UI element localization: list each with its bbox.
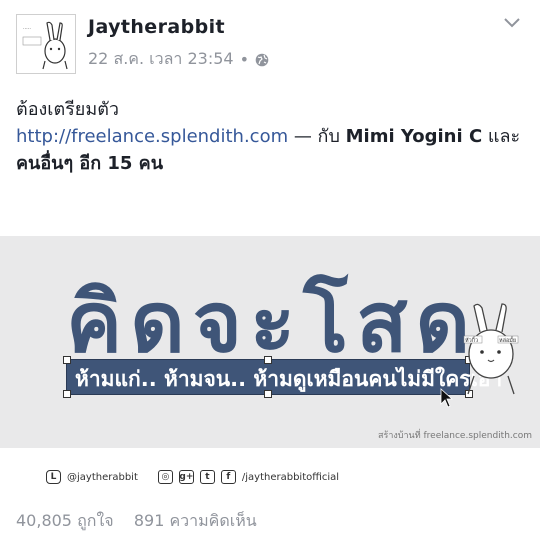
rabbit-avatar-icon: ..... (22, 21, 68, 70)
selection-handle (63, 390, 71, 398)
tagged-friend-link[interactable]: Mimi Yogini C (346, 126, 483, 147)
instagram-icon: ◎ (157, 470, 173, 484)
post-text-line: ต้องเตรียมตัว (16, 99, 120, 120)
line-icon: L (46, 470, 61, 484)
with-text: — กับ (288, 126, 346, 147)
post-image[interactable]: คิดจะโสด ห้ามแก่.. ห้ามจน.. ห้ามดูเหมือน… (0, 236, 540, 448)
rabbit-label-right: หล่อมั้ย (499, 336, 516, 344)
banner-subline-box: ห้ามแก่.. ห้ามจน.. ห้ามดูเหมือนคนไม่มีใค… (63, 356, 502, 398)
facebook-icon: f (220, 470, 236, 484)
banner-credit: สร้างบ้านที่ freelance.splendith.com (378, 431, 532, 441)
globe-icon[interactable] (255, 53, 269, 67)
tumblr-icon: t (199, 470, 215, 484)
comments-count[interactable]: 891 ความคิดเห็น (134, 511, 257, 530)
facebook-handle: /jaytherabbitofficial (241, 471, 340, 483)
avatar[interactable]: ..... (16, 14, 76, 74)
and-text: และ (482, 126, 521, 147)
selection-handle (264, 390, 272, 398)
post-timestamp[interactable]: 22 ส.ค. เวลา 23:54 (88, 47, 234, 72)
post-text: ต้องเตรียมตัว http://freelance.splendith… (16, 96, 526, 177)
selection-handle (264, 356, 272, 364)
line-handle: @jaytherabbit (67, 471, 138, 483)
likes-count[interactable]: 40,805 ถูกใจ (16, 511, 114, 530)
rabbit-label-left: หัวกิ้ว (465, 336, 478, 344)
chevron-down-icon[interactable] (504, 18, 520, 28)
post-link[interactable]: http://freelance.splendith.com (16, 126, 288, 147)
post-stats: 40,805 ถูกใจ 891 ความคิดเห็น (16, 509, 257, 534)
svg-text:.....: ..... (23, 25, 31, 31)
social-handles: L @jaytherabbit ◎ g+ t f /jaytherabbitof… (46, 470, 339, 484)
google-plus-icon: g+ (178, 470, 194, 484)
cursor-icon (440, 388, 454, 408)
separator-dot: • (239, 50, 250, 69)
selection-handle (63, 356, 71, 364)
others-link[interactable]: คนอื่นๆ อีก 15 คน (16, 153, 163, 174)
rabbit-illustration-icon: หัวกิ้ว หล่อมั้ย (463, 303, 519, 395)
post-meta: 22 ส.ค. เวลา 23:54 • (88, 47, 269, 72)
post-author[interactable]: Jaytherabbit (88, 16, 225, 38)
banner-subline: ห้ามแก่.. ห้ามจน.. ห้ามดูเหมือนคนไม่มีใค… (75, 367, 503, 391)
